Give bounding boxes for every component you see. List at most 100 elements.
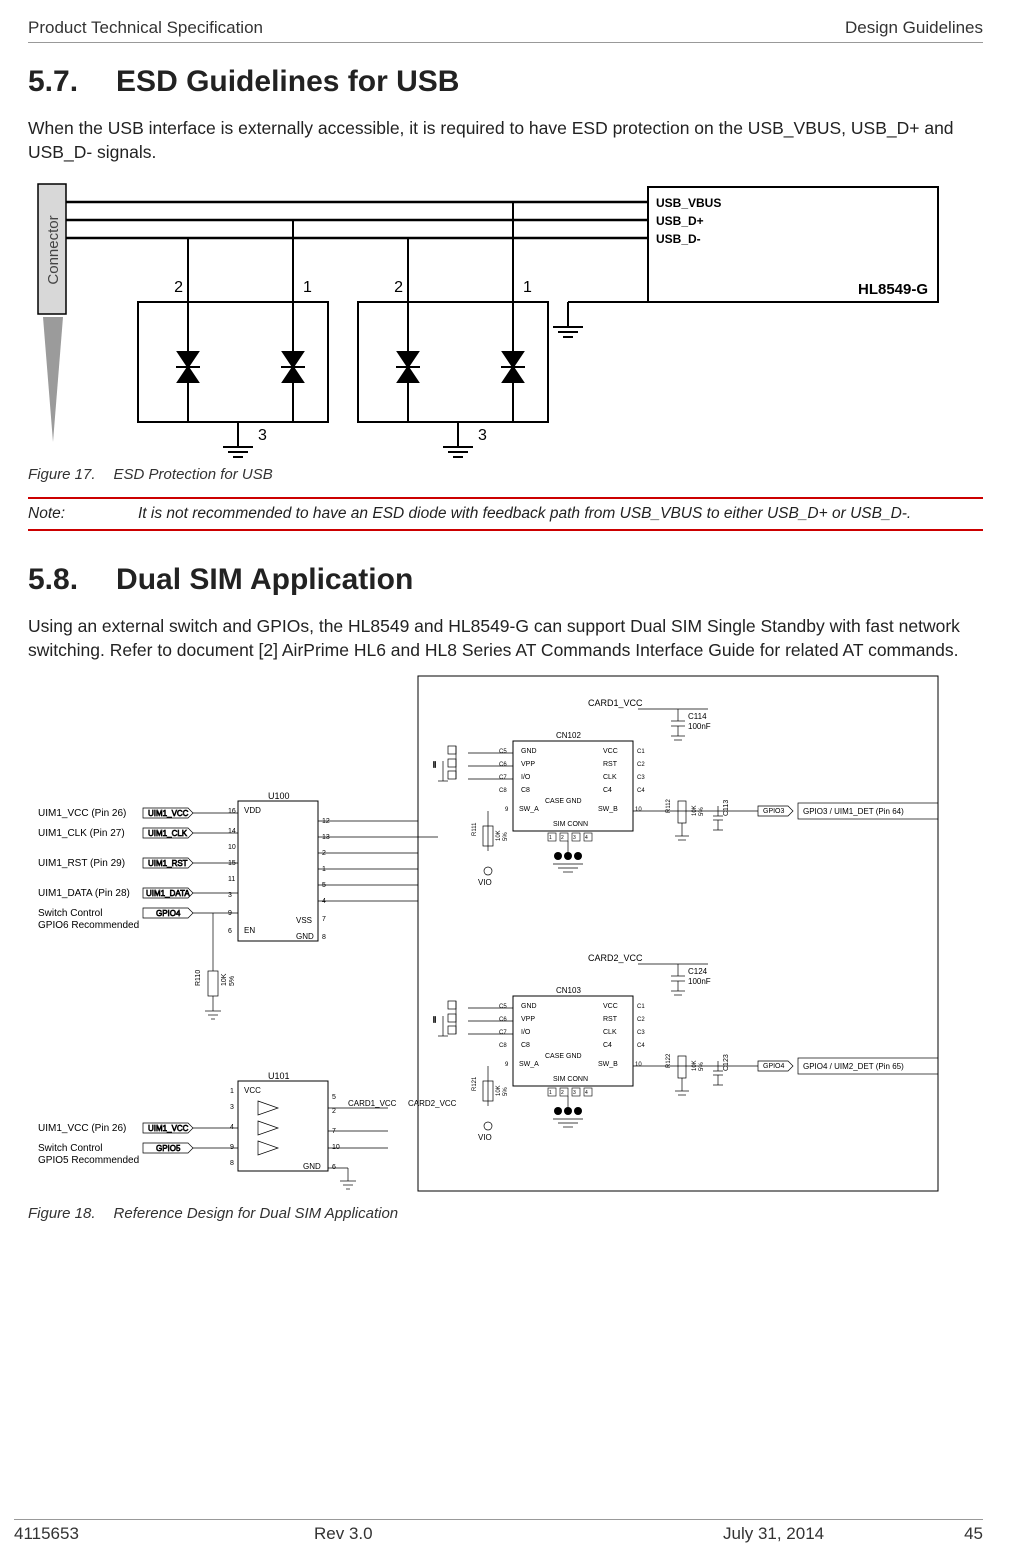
svg-text:2: 2 bbox=[174, 279, 183, 296]
svg-text:1: 1 bbox=[230, 1088, 234, 1095]
svg-text:1: 1 bbox=[549, 1090, 552, 1096]
svg-text:C4: C4 bbox=[603, 787, 612, 794]
svg-text:USB_D+: USB_D+ bbox=[656, 214, 704, 228]
svg-text:5%: 5% bbox=[503, 831, 509, 840]
svg-text:1: 1 bbox=[549, 835, 552, 841]
svg-text:C114: C114 bbox=[688, 712, 707, 721]
svg-text:CARD2_VCC: CARD2_VCC bbox=[588, 953, 643, 963]
svg-text:16: 16 bbox=[228, 808, 236, 815]
figure-18: UIM1_VCC (Pin 26) UIM1_CLK (Pin 27) UIM1… bbox=[28, 671, 983, 1201]
svg-text:5: 5 bbox=[322, 882, 326, 889]
svg-text:C2: C2 bbox=[637, 762, 645, 768]
svg-text:UIM1_VCC (Pin 26): UIM1_VCC (Pin 26) bbox=[38, 808, 126, 819]
svg-text:Switch Control: Switch Control bbox=[38, 1143, 102, 1154]
figure-17-caption: Figure 17.ESD Protection for USB bbox=[28, 466, 983, 483]
svg-text:CLK: CLK bbox=[603, 774, 617, 781]
svg-text:VSS: VSS bbox=[296, 916, 312, 925]
svg-text:C8: C8 bbox=[499, 788, 507, 794]
svg-text:CN103: CN103 bbox=[556, 986, 581, 995]
section-title: Dual SIM Application bbox=[116, 563, 413, 596]
footer-doc-id: 4115653 bbox=[14, 1524, 294, 1544]
svg-text:9: 9 bbox=[505, 807, 509, 813]
svg-text:6: 6 bbox=[332, 1164, 336, 1171]
svg-text:7: 7 bbox=[332, 1128, 336, 1135]
svg-text:10K: 10K bbox=[496, 830, 502, 841]
svg-text:VIO: VIO bbox=[478, 878, 492, 887]
figure-17: Connector 2 1 3 2 1 3 bbox=[28, 172, 983, 462]
svg-text:R121: R121 bbox=[472, 1075, 478, 1090]
svg-text:15: 15 bbox=[228, 860, 236, 867]
section-number: 5.7. bbox=[28, 65, 78, 99]
svg-text:C123: C123 bbox=[723, 1054, 730, 1071]
svg-text:VDD: VDD bbox=[244, 806, 261, 815]
svg-text:C2: C2 bbox=[637, 1017, 645, 1023]
svg-text:9: 9 bbox=[505, 1062, 509, 1068]
svg-text:5%: 5% bbox=[229, 975, 236, 985]
svg-text:UIM1_RST (Pin 29): UIM1_RST (Pin 29) bbox=[38, 858, 125, 869]
section-title: ESD Guidelines for USB bbox=[116, 65, 459, 98]
svg-text:100nF: 100nF bbox=[688, 977, 711, 986]
svg-text:6: 6 bbox=[228, 928, 232, 935]
svg-text:SW_B: SW_B bbox=[598, 1061, 618, 1068]
svg-text:R111: R111 bbox=[472, 821, 478, 835]
svg-text:4: 4 bbox=[585, 835, 588, 841]
svg-text:2: 2 bbox=[394, 279, 403, 296]
note-text: It is not recommended to have an ESD dio… bbox=[138, 505, 983, 523]
svg-text:C113: C113 bbox=[723, 799, 730, 815]
svg-text:C3: C3 bbox=[637, 1030, 645, 1036]
svg-text:SW_A: SW_A bbox=[519, 806, 539, 813]
svg-text:4: 4 bbox=[230, 1124, 234, 1131]
section-number: 5.8. bbox=[28, 563, 78, 597]
svg-text:EN: EN bbox=[244, 926, 255, 935]
svg-text:VCC: VCC bbox=[244, 1086, 261, 1095]
connector-label: Connector bbox=[45, 216, 62, 285]
svg-text:||: || bbox=[433, 762, 437, 768]
section-5-7-heading: 5.7. ESD Guidelines for USB bbox=[28, 65, 983, 99]
section-5-8-heading: 5.8. Dual SIM Application bbox=[28, 563, 983, 597]
svg-text:7: 7 bbox=[322, 916, 326, 923]
footer-rev: Rev 3.0 bbox=[294, 1524, 723, 1544]
svg-text:C8: C8 bbox=[499, 1043, 507, 1049]
svg-text:SIM CONN: SIM CONN bbox=[553, 1076, 588, 1083]
svg-text:3: 3 bbox=[478, 427, 487, 444]
svg-text:C6: C6 bbox=[499, 1017, 507, 1023]
svg-text:C7: C7 bbox=[499, 775, 507, 781]
svg-text:GND: GND bbox=[521, 748, 537, 755]
svg-text:C4: C4 bbox=[637, 788, 645, 794]
svg-text:13: 13 bbox=[322, 834, 330, 841]
svg-text:C7: C7 bbox=[499, 1030, 507, 1036]
header-right: Design Guidelines bbox=[845, 18, 983, 38]
svg-text:10K: 10K bbox=[221, 973, 228, 986]
svg-text:C4: C4 bbox=[603, 1042, 612, 1049]
svg-text:CARD1_VCC: CARD1_VCC bbox=[588, 698, 643, 708]
figure-number: Figure 18. bbox=[28, 1205, 96, 1222]
svg-text:C6: C6 bbox=[499, 762, 507, 768]
svg-text:C8: C8 bbox=[521, 1042, 530, 1049]
svg-text:VCC: VCC bbox=[603, 748, 618, 755]
svg-text:UIM1_DATA: UIM1_DATA bbox=[146, 889, 190, 898]
svg-text:2: 2 bbox=[561, 1090, 564, 1096]
svg-text:11: 11 bbox=[228, 876, 235, 883]
svg-text:RST: RST bbox=[603, 761, 618, 768]
svg-text:UIM1_DATA (Pin 28): UIM1_DATA (Pin 28) bbox=[38, 888, 130, 899]
svg-text:U100: U100 bbox=[268, 791, 290, 801]
svg-text:GPIO3: GPIO3 bbox=[763, 808, 785, 815]
svg-text:100nF: 100nF bbox=[688, 722, 711, 731]
svg-text:CN102: CN102 bbox=[556, 731, 581, 740]
svg-text:14: 14 bbox=[228, 828, 236, 835]
svg-text:3: 3 bbox=[573, 1090, 576, 1096]
svg-text:3: 3 bbox=[230, 1104, 234, 1111]
svg-text:CASE GND: CASE GND bbox=[545, 1053, 582, 1060]
svg-text:RST: RST bbox=[603, 1016, 618, 1023]
svg-text:4: 4 bbox=[322, 898, 326, 905]
figure-caption-text: Reference Design for Dual SIM Applicatio… bbox=[114, 1205, 399, 1222]
page-header: Product Technical Specification Design G… bbox=[28, 18, 983, 43]
header-left: Product Technical Specification bbox=[28, 18, 263, 38]
svg-text:C5: C5 bbox=[499, 1004, 507, 1010]
svg-text:UIM1_RST: UIM1_RST bbox=[148, 859, 188, 868]
svg-text:3: 3 bbox=[258, 427, 267, 444]
svg-text:C8: C8 bbox=[521, 787, 530, 794]
svg-text:GND: GND bbox=[521, 1003, 537, 1010]
svg-text:9: 9 bbox=[228, 910, 232, 917]
svg-text:SIM CONN: SIM CONN bbox=[553, 821, 588, 828]
